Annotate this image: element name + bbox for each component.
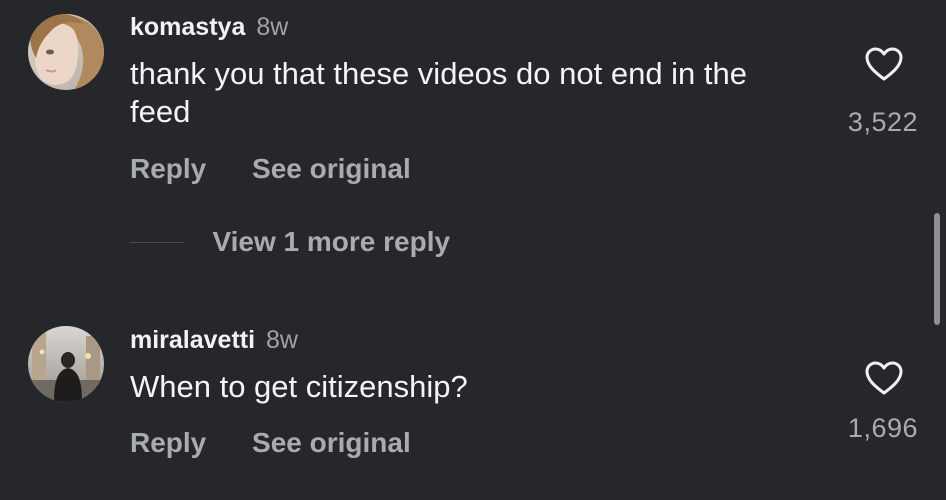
reply-button[interactable]: Reply [130, 153, 206, 184]
view-more-replies-button[interactable]: View 1 more reply [130, 226, 450, 260]
comment-actions: Reply See original [130, 426, 411, 460]
avatar[interactable] [28, 326, 104, 402]
timestamp: 8w [266, 326, 298, 354]
avatar[interactable] [28, 14, 104, 90]
scrollbar[interactable] [934, 213, 940, 325]
timestamp: 8w [256, 13, 289, 41]
avatar-photo-icon [28, 326, 104, 402]
see-original-button[interactable]: See original [252, 153, 411, 184]
see-original-button[interactable]: See original [252, 427, 411, 458]
divider [130, 241, 184, 243]
comment-text: thank you that these videos do not end i… [130, 56, 748, 129]
like-control: 1,696 [828, 360, 918, 444]
username[interactable]: miralavetti [130, 326, 255, 354]
comment-text: When to get citizenship? [130, 369, 468, 404]
reply-button[interactable]: Reply [130, 427, 206, 458]
heart-icon[interactable] [864, 46, 904, 82]
like-count: 1,696 [847, 413, 918, 443]
heart-icon[interactable] [864, 360, 904, 396]
username[interactable]: komastya [130, 13, 245, 41]
comment-meta: miralavetti 8w [130, 325, 298, 355]
view-more-replies-label: View 1 more reply [212, 226, 451, 257]
comment-meta: komastya 8w [130, 12, 288, 42]
like-control: 3,522 [828, 46, 918, 138]
comments-sheet: komastya 8w thank you that these videos … [0, 0, 946, 500]
like-count: 3,522 [847, 107, 918, 137]
comment-actions: Reply See original [130, 152, 411, 186]
avatar-photo-icon [28, 14, 104, 90]
